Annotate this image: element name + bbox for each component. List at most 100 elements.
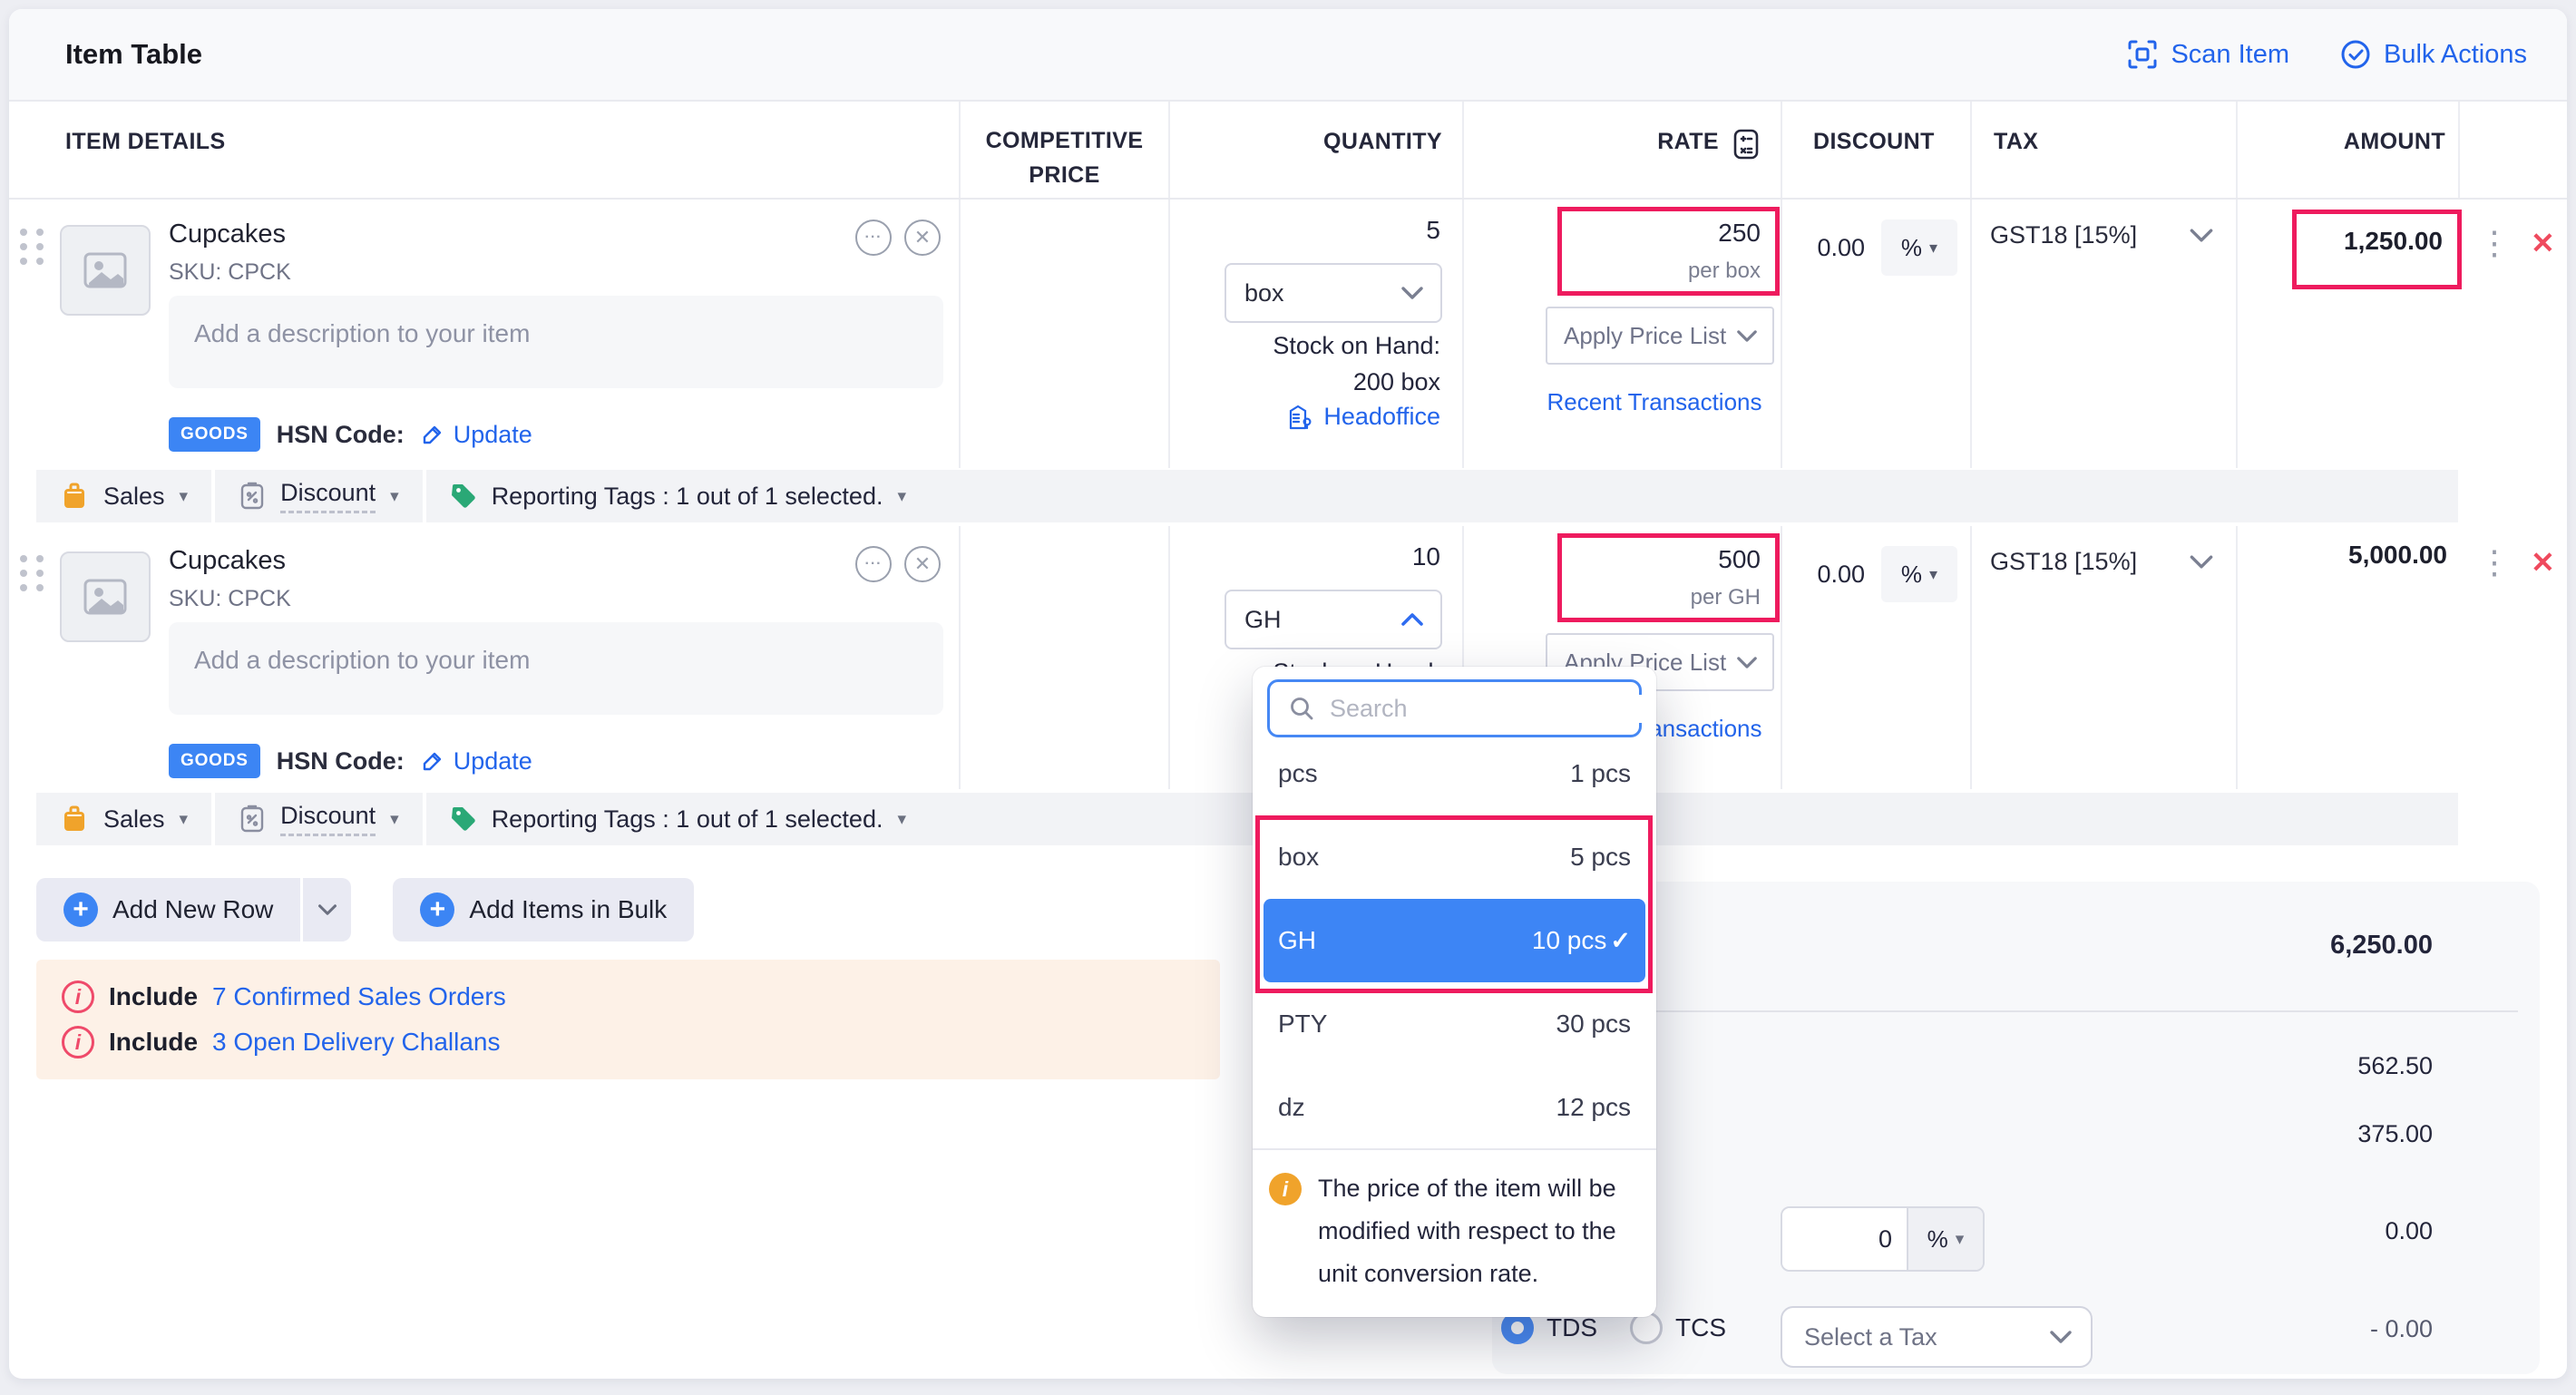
unit-option-conversion: 1 pcs <box>1570 759 1631 788</box>
tax-select[interactable]: GST18 [15%] <box>1990 548 2214 576</box>
unit-option-conversion: 30 pcs <box>1556 1010 1632 1039</box>
quantity-value[interactable]: 10 <box>1412 542 1440 571</box>
include-label: Include <box>109 1028 198 1057</box>
item-image-placeholder[interactable] <box>60 551 151 642</box>
item-clear-icon[interactable]: ✕ <box>904 219 941 256</box>
search-input[interactable] <box>1330 695 1651 723</box>
rate-input[interactable]: 250 <box>1718 219 1761 248</box>
unit-option-pcs[interactable]: pcs 1 pcs <box>1253 732 1656 815</box>
add-new-row-caret-button[interactable] <box>300 878 351 941</box>
discount-tag-select[interactable]: Discount ▾ <box>215 793 423 845</box>
recent-transactions-link[interactable]: Recent Transactions <box>1527 388 1781 416</box>
hsn-update-link[interactable]: Update <box>421 747 532 776</box>
rate-input[interactable]: 500 <box>1718 545 1761 574</box>
row-delete-icon[interactable]: ✕ <box>2531 226 2555 260</box>
unit-select[interactable]: box <box>1225 263 1442 323</box>
tcs-label: TCS <box>1675 1313 1726 1342</box>
quantity-cell: 5 box Stock on Hand: 200 box Headoffice <box>1168 200 1462 468</box>
open-delivery-challans-link[interactable]: 3 Open Delivery Challans <box>212 1028 501 1057</box>
drag-handle-icon[interactable] <box>20 229 45 265</box>
row-delete-icon[interactable]: ✕ <box>2531 545 2555 580</box>
reporting-tags-select[interactable]: Reporting Tags : 1 out of 1 selected. ▾ <box>426 793 930 845</box>
unit-option-dz[interactable]: dz 12 pcs <box>1253 1066 1656 1149</box>
column-tax: TAX <box>1970 102 2236 198</box>
column-rate: RATE <box>1462 102 1781 198</box>
discount-tag-select[interactable]: Discount ▾ <box>215 470 423 522</box>
hsn-label: HSN Code: <box>277 421 405 449</box>
item-row-icons: ··· ✕ <box>855 219 941 256</box>
tag-icon <box>450 805 477 833</box>
tax-cell: GST18 [15%] <box>1970 200 2236 468</box>
hsn-update-label: Update <box>454 747 532 776</box>
adjustment-input[interactable] <box>1782 1208 1907 1270</box>
unit-option-gh-selected[interactable]: GH 10 pcs ✓ <box>1264 899 1645 982</box>
discount-unit-select[interactable]: % ▾ <box>1881 546 1957 602</box>
discount-tag-label: Discount <box>280 802 376 836</box>
item-name[interactable]: Cupcakes <box>169 219 286 249</box>
apply-price-list-select[interactable]: Apply Price List <box>1546 307 1774 365</box>
caret-down-icon: ▾ <box>897 809 906 830</box>
summary-divider <box>1514 1010 2518 1012</box>
row-menu-icon[interactable]: ⋮ <box>2478 219 2511 267</box>
scan-item-button[interactable]: Scan Item <box>2127 39 2289 70</box>
caret-down-icon: ▾ <box>1956 1229 1965 1250</box>
rate-annotation-box: 500 per GH <box>1557 533 1780 622</box>
reporting-tags-select[interactable]: Reporting Tags : 1 out of 1 selected. ▾ <box>426 470 930 522</box>
item-clear-icon[interactable]: ✕ <box>904 546 941 582</box>
discount-input[interactable]: 0.00 <box>1817 234 1865 262</box>
card-header: Item Table Scan Item Bulk <box>9 9 2567 102</box>
calculator-icon[interactable] <box>1732 129 1761 160</box>
discount-unit-select[interactable]: % ▾ <box>1881 219 1957 276</box>
amount-cell: 1,250.00 <box>2236 200 2458 468</box>
row-menu-icon[interactable]: ⋮ <box>2478 539 2511 586</box>
chevron-down-icon <box>2049 1330 2073 1344</box>
drag-handle-icon[interactable] <box>20 555 45 591</box>
add-items-in-bulk-label: Add Items in Bulk <box>469 895 667 924</box>
unit-option-label: PTY <box>1278 1010 1327 1039</box>
row-actions-cell: ⋮ ✕ <box>2458 526 2567 789</box>
percent-clipboard-icon <box>239 482 266 511</box>
amount-cell: 5,000.00 <box>2236 526 2458 789</box>
adjustment-unit-select[interactable]: % ▾ <box>1907 1208 1983 1270</box>
caret-down-icon: ▾ <box>180 809 189 830</box>
row-tag-bar: Sales ▾ Discount ▾ Reportin <box>36 470 2458 522</box>
discount-cell: 0.00 % ▾ <box>1781 200 1970 468</box>
unit-option-box[interactable]: box 5 pcs <box>1253 815 1656 899</box>
chevron-down-icon <box>2189 554 2214 570</box>
item-description-input[interactable] <box>169 622 943 715</box>
confirmed-sales-orders-link[interactable]: 7 Confirmed Sales Orders <box>212 982 506 1011</box>
quantity-value[interactable]: 5 <box>1426 216 1440 245</box>
include-label: Include <box>109 982 198 1011</box>
unit-option-label: box <box>1278 843 1319 872</box>
item-image-placeholder[interactable] <box>60 225 151 316</box>
discount-unit-value: % <box>1901 561 1922 589</box>
select-a-tax-dropdown[interactable]: Select a Tax <box>1781 1306 2093 1368</box>
item-name[interactable]: Cupcakes <box>169 546 286 576</box>
item-more-icon[interactable]: ··· <box>855 219 892 256</box>
item-description-input[interactable] <box>169 296 943 388</box>
unit-option-conversion: 12 pcs <box>1556 1093 1632 1122</box>
unit-option-pty[interactable]: PTY 30 pcs <box>1253 982 1656 1066</box>
unit-select-value: GH <box>1244 606 1282 634</box>
column-quantity: QUANTITY <box>1168 102 1462 198</box>
unit-select-open[interactable]: GH <box>1225 590 1442 649</box>
sub-total-value: 6,250.00 <box>2330 931 2433 961</box>
hsn-update-link[interactable]: Update <box>421 421 532 449</box>
add-new-row-button[interactable]: + Add New Row <box>36 878 300 941</box>
hsn-label: HSN Code: <box>277 747 405 776</box>
discount-input[interactable]: 0.00 <box>1817 561 1865 589</box>
warehouse-icon <box>1287 404 1314 431</box>
sales-account-select[interactable]: Sales ▾ <box>36 470 211 522</box>
tax-line-value: 375.00 <box>2357 1120 2433 1148</box>
sales-account-select[interactable]: Sales ▾ <box>36 793 211 845</box>
discount-cell: 0.00 % ▾ <box>1781 526 1970 789</box>
caret-down-icon: ▾ <box>390 486 399 507</box>
dropdown-divider <box>1253 1148 1656 1150</box>
column-amount: AMOUNT <box>2236 102 2458 198</box>
tax-select[interactable]: GST18 [15%] <box>1990 221 2214 249</box>
item-more-icon[interactable]: ··· <box>855 546 892 582</box>
item-meta-line: GOODS HSN Code: Update <box>169 417 532 452</box>
bulk-actions-button[interactable]: Bulk Actions <box>2340 39 2527 70</box>
warehouse-link[interactable]: Headoffice <box>1287 403 1440 431</box>
add-items-in-bulk-button[interactable]: + Add Items in Bulk <box>393 878 694 941</box>
